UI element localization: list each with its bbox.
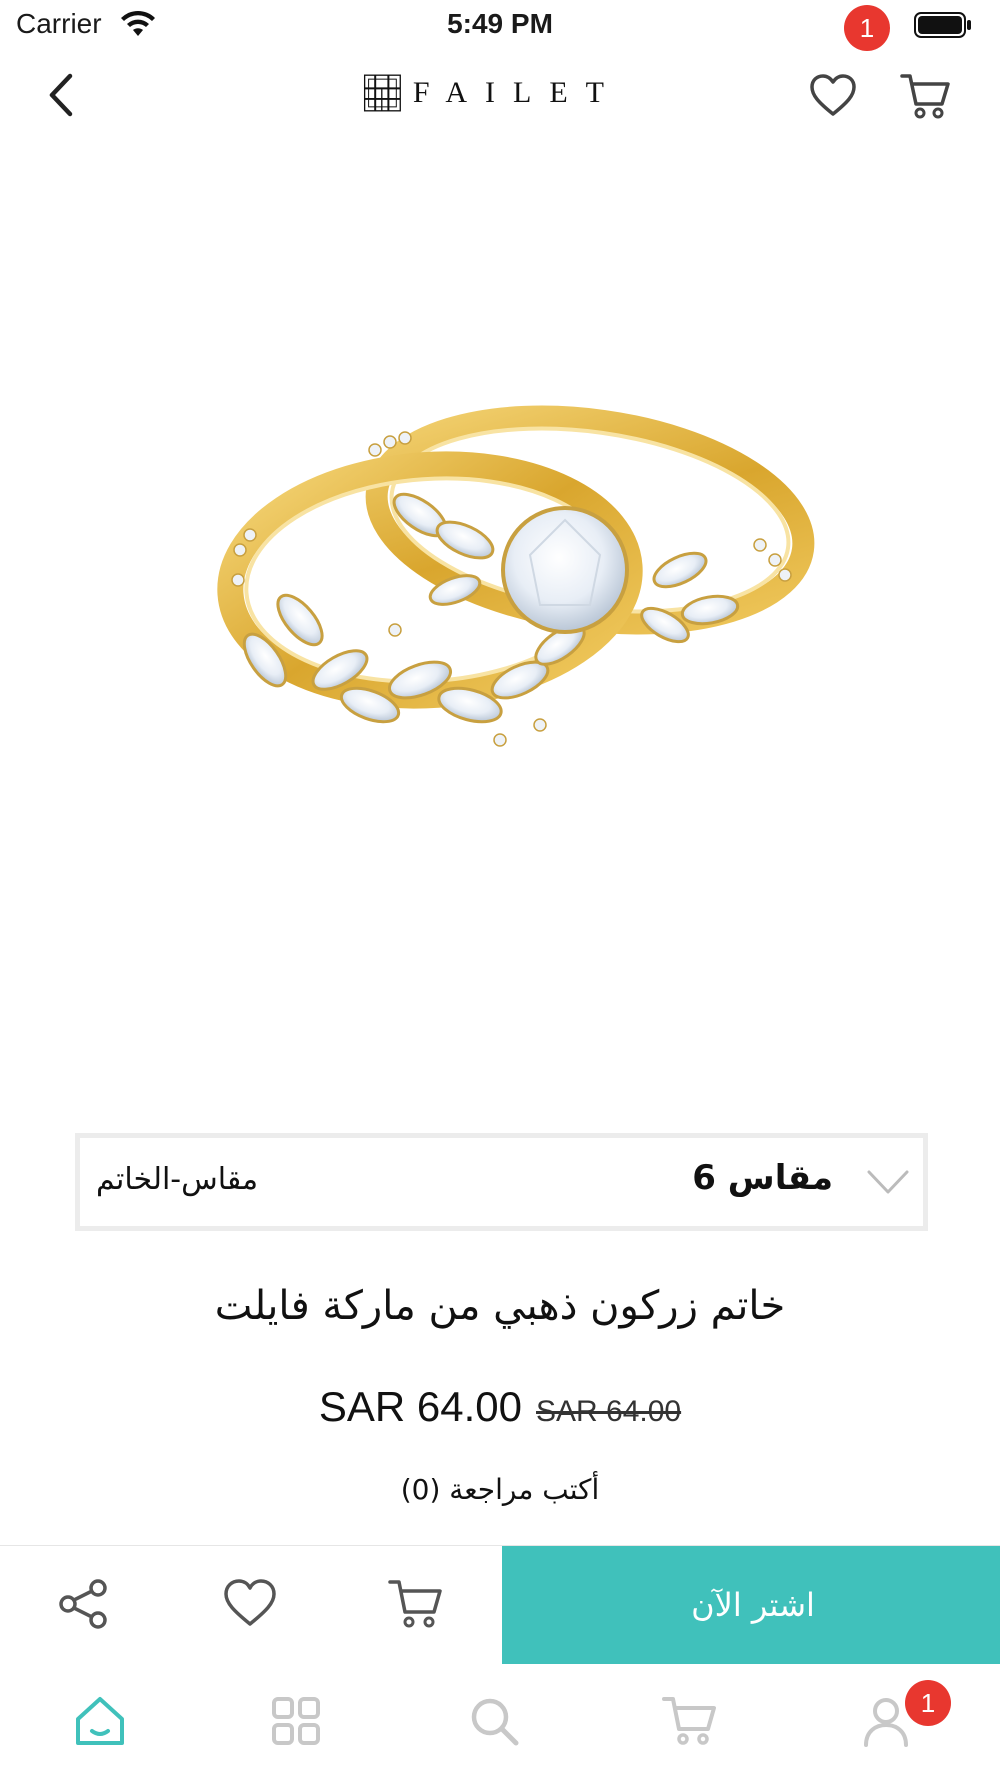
brand-monogram-icon [363,74,401,112]
wishlist-count-badge: 1 [844,5,890,51]
ring-size-select[interactable]: مقاس-الخاتم مقاس 6 [75,1133,928,1231]
battery-icon [914,12,971,38]
price-original: SAR 64.00 [536,1395,682,1428]
account-notification-badge: 1 [905,1680,951,1726]
ring-size-value: مقاس 6 [692,1158,833,1198]
product-title: خاتم زركون ذهبي من ماركة فايلت [214,1283,786,1329]
price-row: SAR 64.00 SAR 64.00 [0,1383,1000,1431]
chevron-down-icon [867,1170,909,1194]
buy-now-button[interactable]: اشتر الآن [502,1546,1000,1664]
cart-icon[interactable] [900,70,952,122]
product-action-bar: اشتر الآن [0,1545,1000,1664]
brand-name: FAILET [412,76,622,109]
ring-size-label: مقاس-الخاتم [96,1162,259,1197]
product-image[interactable] [0,150,1000,1100]
write-review-link[interactable]: أكتب مراجعة (0) [0,1473,1000,1506]
add-to-cart-icon[interactable] [388,1576,444,1632]
wishlist-heart-icon[interactable] [808,70,858,120]
tab-bar [0,1663,1000,1778]
home-icon[interactable] [72,1693,128,1749]
search-icon[interactable] [466,1693,522,1749]
price-current: SAR 64.00 [318,1383,523,1430]
share-icon[interactable] [56,1576,112,1632]
back-button[interactable] [40,68,84,122]
categories-grid-icon[interactable] [268,1693,324,1749]
brand-logo[interactable]: FAILET [362,58,622,128]
add-to-wishlist-icon[interactable] [222,1576,278,1632]
nav-bar: FAILET [0,50,1000,140]
cart-tab-icon[interactable] [662,1693,718,1749]
